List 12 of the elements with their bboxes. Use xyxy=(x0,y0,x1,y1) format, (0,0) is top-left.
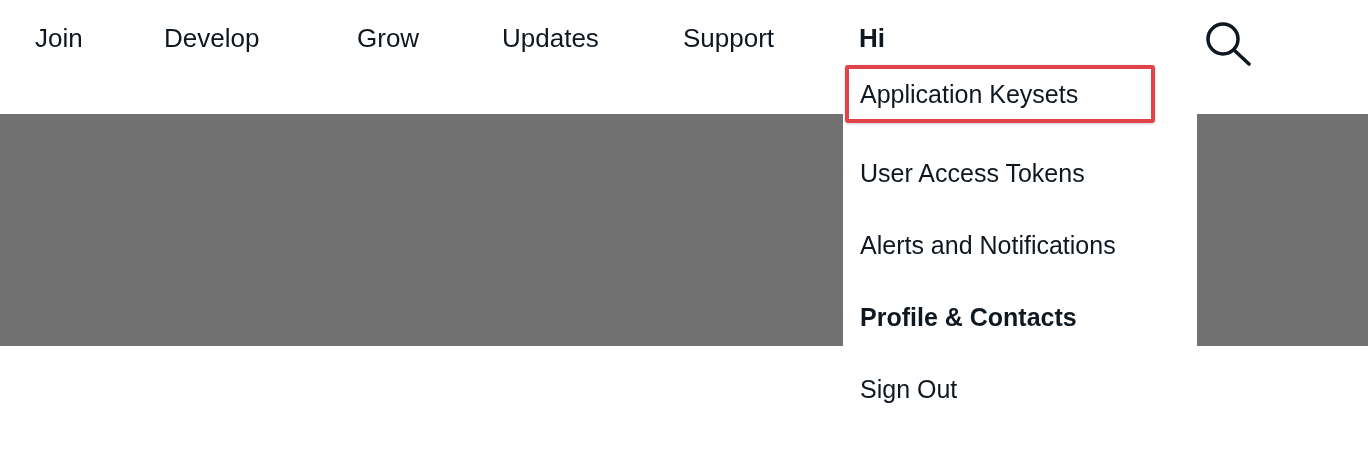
menu-item[interactable]: Profile & Contacts xyxy=(843,281,1197,353)
menu-item[interactable]: Sign Out xyxy=(843,353,1197,425)
menu-item[interactable]: User Access Tokens xyxy=(843,137,1197,209)
nav-link[interactable]: Join xyxy=(35,22,164,54)
nav-link[interactable]: Hi xyxy=(859,22,919,54)
nav-link[interactable]: Grow xyxy=(357,22,502,54)
search-icon[interactable] xyxy=(1204,20,1252,66)
menu-item[interactable]: Alerts and Notifications xyxy=(843,209,1197,281)
nav-link[interactable]: Updates xyxy=(502,22,683,54)
nav-link[interactable]: Support xyxy=(683,22,859,54)
nav-link[interactable]: Develop xyxy=(164,22,357,54)
menu-item[interactable]: Application Keysets xyxy=(845,65,1155,123)
